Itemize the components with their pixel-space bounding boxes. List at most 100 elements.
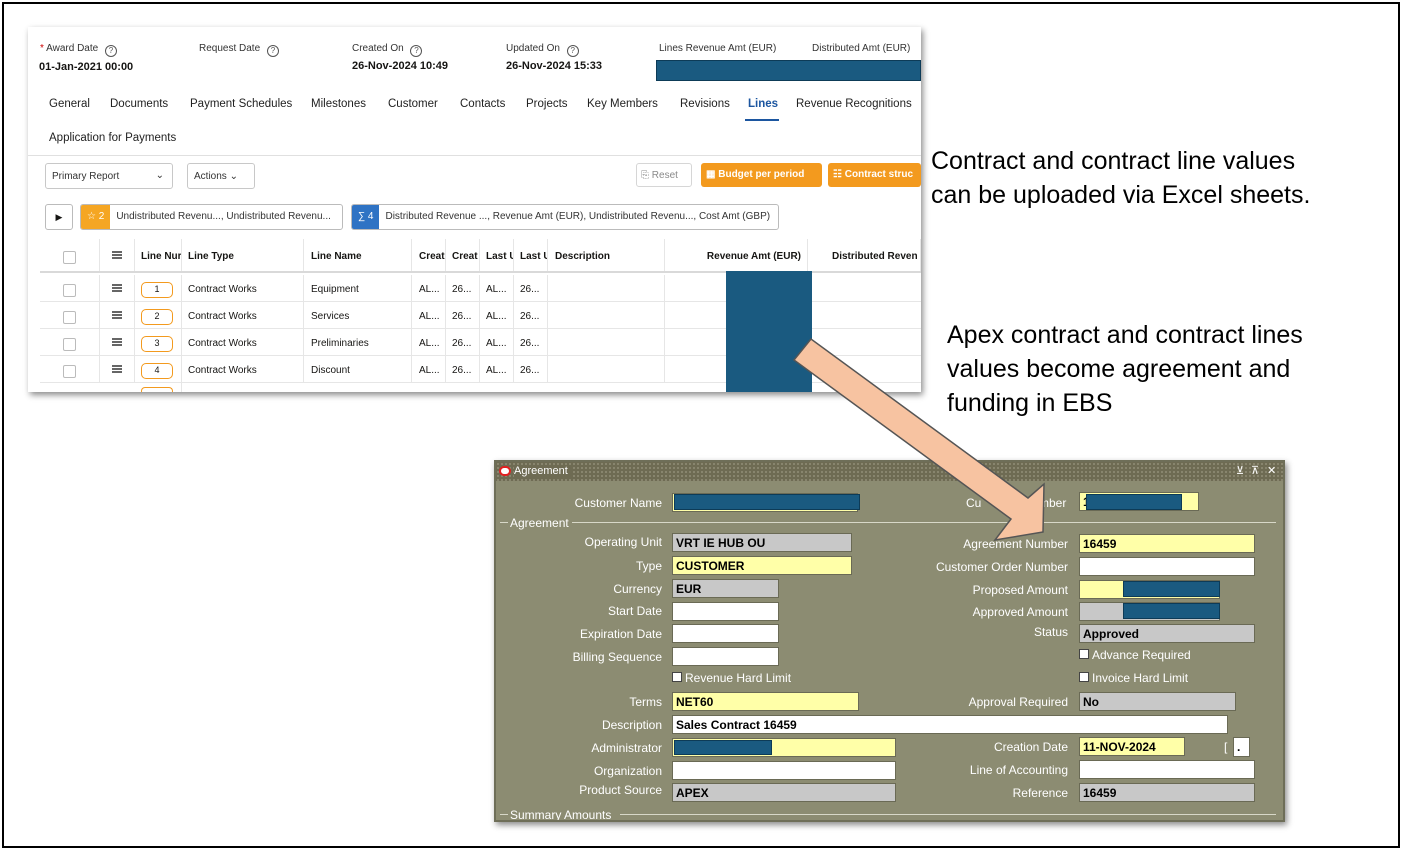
approved-amount-label: Approved Amount bbox=[972, 605, 1068, 619]
updated-on: 26... bbox=[514, 275, 548, 301]
actions-menu-button[interactable]: Actions ⌄ bbox=[187, 163, 255, 189]
tab-key-members[interactable]: Key Members bbox=[587, 98, 658, 110]
revenue-hard-limit-checkbox[interactable] bbox=[672, 672, 682, 682]
status-field[interactable]: Approved bbox=[1079, 624, 1255, 643]
tab-contacts[interactable]: Contacts bbox=[460, 98, 505, 110]
administrator-label: Administrator bbox=[591, 741, 662, 755]
row-checkbox[interactable] bbox=[63, 284, 76, 297]
budget-per-period-button[interactable]: ▦ Budget per period bbox=[701, 163, 822, 187]
agreement-number-field[interactable]: 16459 bbox=[1079, 534, 1255, 553]
help-icon[interactable]: ? bbox=[566, 45, 579, 57]
tab-projects[interactable]: Projects bbox=[526, 98, 568, 110]
description-label: Description bbox=[601, 718, 662, 732]
line-number[interactable]: 2 bbox=[141, 309, 173, 325]
currency-field[interactable]: EUR bbox=[672, 579, 779, 598]
updated-by: AL... bbox=[480, 275, 514, 301]
line-number[interactable]: 3 bbox=[141, 336, 173, 352]
tab-milestones[interactable]: Milestones bbox=[311, 98, 366, 110]
maximize-icon[interactable]: ⊼ bbox=[1251, 464, 1259, 477]
tab-customer[interactable]: Customer bbox=[388, 98, 438, 110]
start-date-field[interactable] bbox=[672, 602, 779, 621]
created-on-value: 26-Nov-2024 10:49 bbox=[352, 60, 449, 72]
row-checkbox[interactable] bbox=[63, 365, 76, 378]
line-of-accounting-field[interactable] bbox=[1079, 760, 1255, 779]
column-header[interactable]: Description bbox=[548, 239, 665, 271]
minimize-icon[interactable]: ⊻ bbox=[1236, 464, 1244, 477]
column-header[interactable]: Line Name bbox=[304, 239, 412, 271]
reference-field[interactable]: 16459 bbox=[1079, 783, 1255, 802]
line-of-accounting-label: Line of Accounting bbox=[969, 763, 1068, 777]
play-icon[interactable]: ▶ bbox=[45, 204, 73, 230]
created-on: 26... bbox=[446, 302, 480, 328]
aggregate-chip[interactable]: ∑ 4 Distributed Revenue ..., Revenue Amt … bbox=[351, 204, 779, 230]
row-menu-icon[interactable] bbox=[112, 311, 122, 319]
billing-sequence-field[interactable] bbox=[672, 647, 779, 666]
customer-number-label-left: Cu bbox=[966, 496, 982, 510]
tab-application-for-payments[interactable]: Application for Payments bbox=[49, 132, 176, 144]
line-number[interactable]: 4 bbox=[141, 363, 173, 379]
reset-button[interactable]: ⎘ Reset bbox=[636, 163, 692, 187]
updated-on: 26... bbox=[514, 329, 548, 355]
invoice-hard-limit-checkbox[interactable] bbox=[1079, 672, 1089, 682]
reference-label: Reference bbox=[1012, 786, 1068, 800]
dff-button[interactable]: . bbox=[1233, 737, 1250, 757]
updated-on-label: Updated On ? bbox=[506, 43, 579, 57]
menu-icon[interactable] bbox=[112, 251, 122, 259]
approval-required-field[interactable]: No bbox=[1079, 692, 1236, 711]
customer-order-number-field[interactable] bbox=[1079, 557, 1255, 576]
divider bbox=[28, 155, 921, 156]
creation-date-field[interactable]: 11-NOV-2024 bbox=[1079, 737, 1185, 756]
column-header[interactable]: Line Nur bbox=[135, 239, 182, 271]
expiration-date-field[interactable] bbox=[672, 624, 779, 643]
divider bbox=[572, 522, 1276, 523]
select-all-checkbox[interactable] bbox=[63, 251, 76, 264]
column-header[interactable]: Distributed Reven bbox=[808, 239, 921, 271]
type-field[interactable]: CUSTOMER bbox=[672, 556, 852, 575]
row-menu-icon[interactable] bbox=[112, 284, 122, 292]
customer-name-label: Customer Name bbox=[574, 496, 662, 510]
sigma-icon: ∑ 4 bbox=[352, 205, 380, 229]
operating-unit-field[interactable]: VRT IE HUB OU bbox=[672, 533, 852, 552]
column-header[interactable]: Line Type bbox=[182, 239, 304, 271]
tab-lines[interactable]: Lines bbox=[748, 98, 778, 110]
customer-order-number-label: Customer Order Number bbox=[935, 560, 1068, 574]
row-menu-icon[interactable] bbox=[112, 365, 122, 373]
star-icon: ☆ 2 bbox=[81, 205, 111, 229]
column-header[interactable]: Creat bbox=[412, 239, 446, 271]
description-field[interactable]: Sales Contract 16459 bbox=[672, 715, 1228, 734]
column-header[interactable]: Last U bbox=[480, 239, 514, 271]
oracle-icon bbox=[499, 466, 511, 476]
contract-structure-button[interactable]: ☷ Contract struc bbox=[828, 163, 921, 187]
tab-payment-schedules[interactable]: Payment Schedules bbox=[190, 98, 292, 110]
tab-general[interactable]: General bbox=[49, 98, 90, 110]
column-header[interactable]: Revenue Amt (EUR) bbox=[665, 239, 808, 271]
row-checkbox[interactable] bbox=[63, 338, 76, 351]
highlight-chip[interactable]: ☆ 2 Undistributed Revenu..., Undistribute… bbox=[80, 204, 343, 230]
note-line: Apex contract and contract lines bbox=[947, 321, 1303, 349]
report-select[interactable]: Primary Report ⌄ bbox=[45, 163, 173, 189]
help-icon[interactable]: ? bbox=[105, 45, 117, 57]
line-number[interactable]: 1 bbox=[141, 282, 173, 298]
tab-revisions[interactable]: Revisions bbox=[680, 98, 730, 110]
help-icon[interactable]: ? bbox=[410, 45, 423, 57]
tab-revenue-recognitions[interactable]: Revenue Recognitions bbox=[796, 98, 912, 110]
line-type: Contract Works bbox=[182, 329, 304, 355]
type-label: Type bbox=[635, 559, 662, 573]
terms-field[interactable]: NET60 bbox=[672, 692, 859, 711]
row-menu-icon[interactable] bbox=[112, 338, 122, 346]
updated-on-value: 26-Nov-2024 15:33 bbox=[506, 60, 603, 72]
close-icon[interactable]: ✕ bbox=[1267, 464, 1276, 477]
row-checkbox[interactable] bbox=[63, 311, 76, 324]
line-type: Contract Works bbox=[182, 302, 304, 328]
table-header-row: Line Nur Line Type Line Name Creat Creat… bbox=[40, 239, 921, 273]
redacted-revenue-column bbox=[726, 271, 812, 392]
tab-documents[interactable]: Documents bbox=[110, 98, 168, 110]
operating-unit-label: Operating Unit bbox=[584, 535, 662, 549]
help-icon[interactable]: ? bbox=[266, 45, 279, 57]
product-source-field[interactable]: APEX bbox=[672, 783, 896, 802]
column-header[interactable]: Creat bbox=[446, 239, 480, 271]
updated-on: 26... bbox=[514, 356, 548, 382]
advance-required-checkbox[interactable] bbox=[1079, 649, 1089, 659]
column-header[interactable]: Last U bbox=[514, 239, 548, 271]
organization-field[interactable] bbox=[672, 761, 896, 780]
